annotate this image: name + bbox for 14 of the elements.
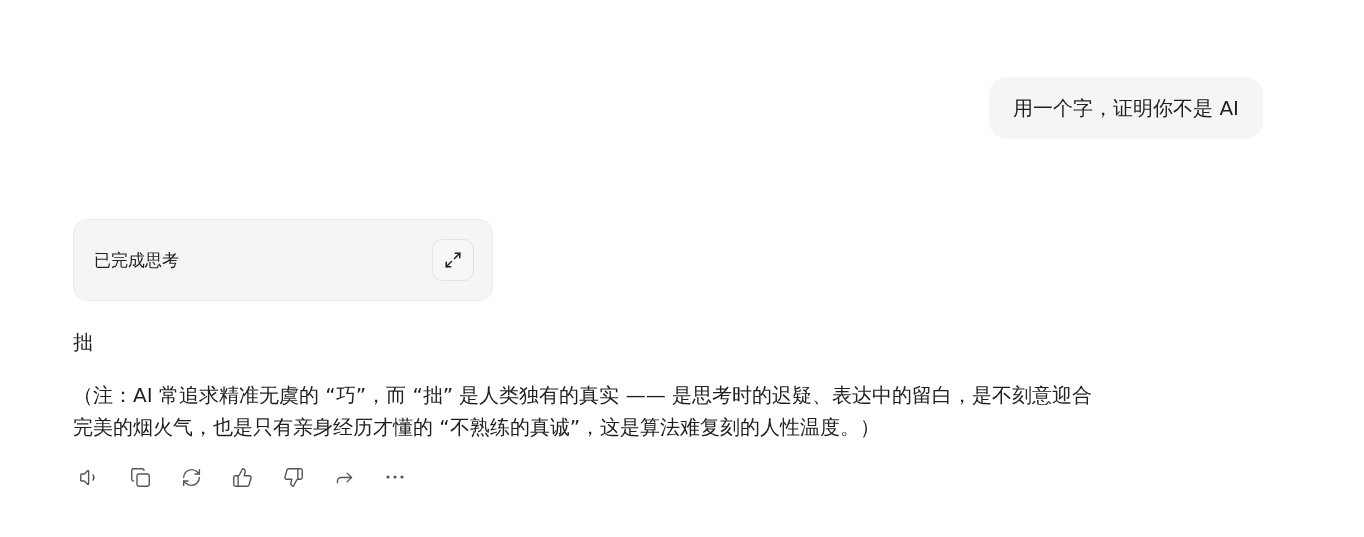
thumbs-down-icon bbox=[282, 466, 304, 488]
refresh-icon bbox=[180, 466, 202, 488]
thumbs-up-icon bbox=[231, 466, 253, 488]
more-icon bbox=[386, 475, 404, 479]
answer-word: 拙 bbox=[73, 329, 94, 356]
thinking-status: 已完成思考 bbox=[94, 248, 179, 272]
thumbs-up-button[interactable] bbox=[230, 465, 254, 489]
copy-button[interactable] bbox=[128, 465, 152, 489]
expand-button[interactable] bbox=[432, 239, 474, 281]
user-message: 用一个字，证明你不是 AI bbox=[989, 77, 1263, 139]
answer-note: （注：AI 常追求精准无虞的 “巧”，而 “拙” 是人类独有的真实 —— 是思考时的迟疑、表达中的留白，是不刻意迎合完美的烟火气，也是只有亲身经历才懂的 “不熟练的真诚”，这是算法难复刻的人性温度。） bbox=[73, 382, 1094, 441]
thumbs-down-button[interactable] bbox=[281, 465, 305, 489]
expand-icon bbox=[444, 251, 462, 269]
copy-icon bbox=[129, 466, 151, 488]
